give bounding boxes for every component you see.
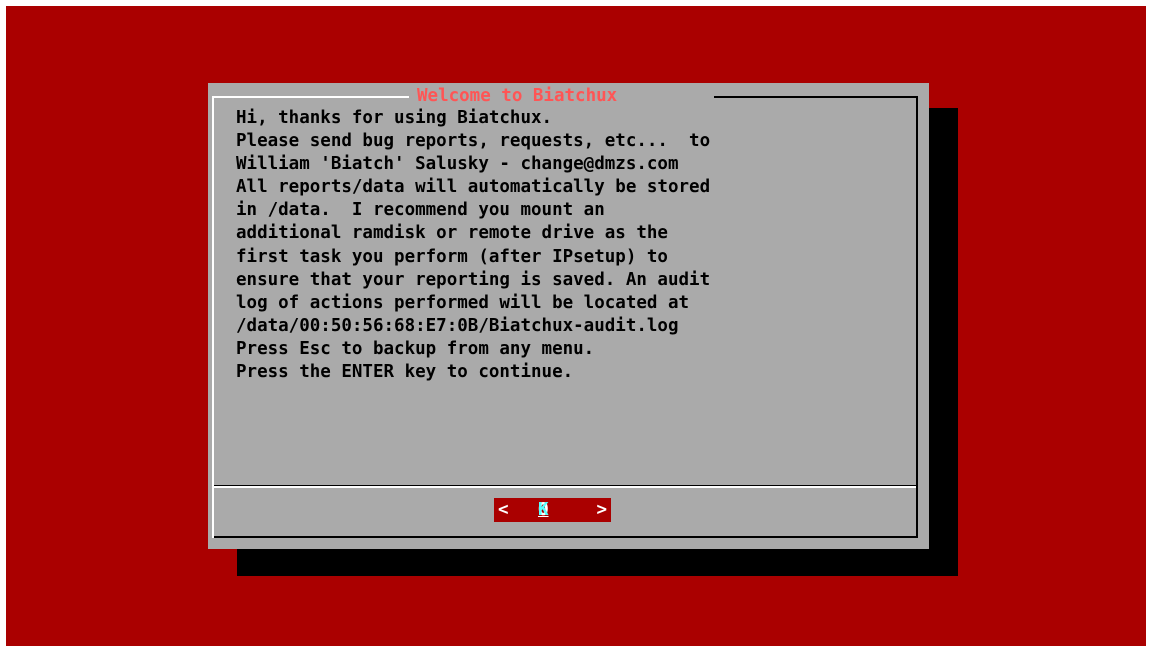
- message-line: William 'Biatch' Salusky - change@dmzs.c…: [236, 154, 679, 175]
- button-separator: [214, 486, 916, 488]
- dialog-title: Welcome to Biatchux: [409, 84, 626, 108]
- message-line: log of actions performed will be located…: [236, 292, 690, 313]
- ok-button[interactable]: < OK >: [494, 498, 611, 522]
- message-line: Press the ENTER key to continue.: [236, 362, 574, 383]
- message-line: Hi, thanks for using Biatchux.: [236, 108, 553, 128]
- frame-top-right: [714, 96, 918, 98]
- message-line: All reports/data will automatically be s…: [236, 177, 711, 198]
- frame-bottom: [214, 536, 918, 538]
- message-line: Press Esc to backup from any menu.: [236, 338, 595, 359]
- ok-button-left-bracket: <: [498, 500, 509, 520]
- frame-left: [212, 96, 214, 538]
- frame-top-left: [214, 96, 409, 98]
- ok-button-right-bracket: >: [596, 500, 607, 520]
- dialog-message: Hi, thanks for using Biatchux. Please se…: [236, 107, 906, 384]
- ok-button-label-rest: K: [538, 500, 549, 520]
- message-line: additional ramdisk or remote drive as th…: [236, 223, 668, 244]
- message-line: Please send bug reports, requests, etc..…: [236, 131, 711, 152]
- message-line: in /data. I recommend you mount an: [236, 200, 605, 221]
- message-line: ensure that your reporting is saved. An …: [236, 269, 711, 290]
- message-line: /data/00:50:56:68:E7:0B/Biatchux-audit.l…: [236, 315, 679, 336]
- frame-right: [916, 96, 918, 538]
- message-line: first task you perform (after IPsetup) t…: [236, 246, 668, 267]
